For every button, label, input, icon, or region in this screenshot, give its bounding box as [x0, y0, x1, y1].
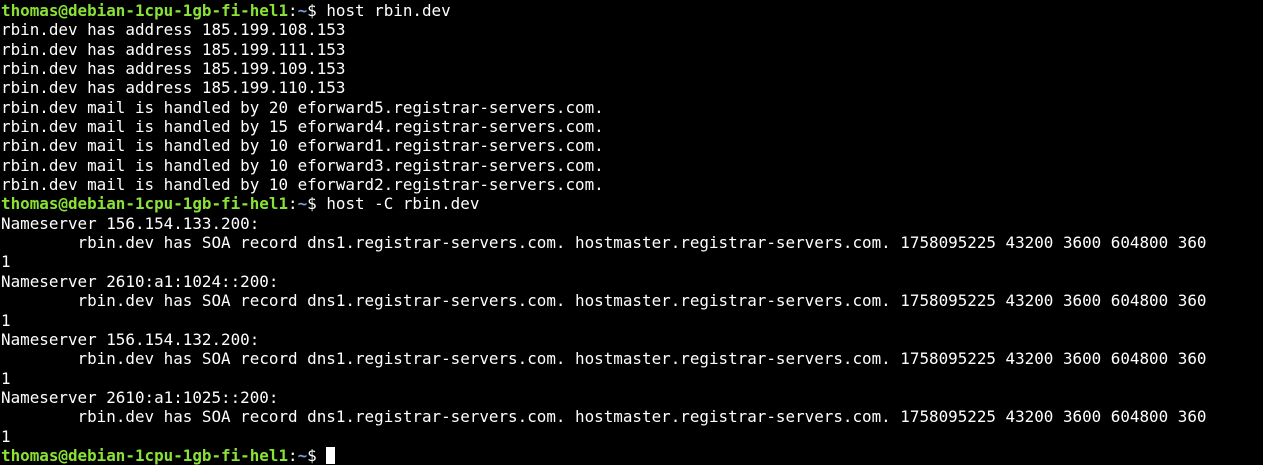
output-text: rbin.dev mail is handled by 15 eforward4…	[1, 117, 604, 137]
prompt-user-host: thomas@debian-1cpu-1gb-fi-hel1	[1, 1, 289, 20]
output-line: rbin.dev mail is handled by 10 eforward3…	[1, 156, 1263, 175]
output-text: Nameserver 156.154.133.200:	[1, 213, 260, 233]
text-cursor[interactable]	[326, 446, 336, 464]
output-text: rbin.dev has SOA record dns1.registrar-s…	[1, 233, 1207, 253]
prompt-symbol: $	[307, 194, 327, 214]
output-text: rbin.dev mail is handled by 20 eforward5…	[1, 97, 604, 117]
prompt-path: ~	[297, 1, 308, 20]
command-text: host -C rbin.dev	[326, 194, 480, 214]
output-line: rbin.dev has SOA record dns1.registrar-s…	[1, 233, 1263, 252]
output-text: rbin.dev mail is handled by 10 eforward2…	[1, 175, 604, 195]
output-line: 1	[1, 311, 1263, 330]
output-line: 1	[1, 369, 1263, 388]
output-line: Nameserver 2610:a1:1024::200:	[1, 272, 1263, 291]
output-text: rbin.dev mail is handled by 10 eforward3…	[1, 155, 604, 175]
prompt-symbol: $	[307, 1, 327, 20]
prompt-line: thomas@debian-1cpu-1gb-fi-hel1:~$	[1, 446, 1263, 465]
output-text: rbin.dev has address 185.199.109.153	[1, 59, 346, 79]
output-text: rbin.dev has SOA record dns1.registrar-s…	[1, 291, 1207, 311]
output-line: rbin.dev has address 185.199.109.153	[1, 59, 1263, 78]
output-line: Nameserver 156.154.132.200:	[1, 330, 1263, 349]
output-line: rbin.dev has SOA record dns1.registrar-s…	[1, 291, 1263, 310]
prompt-line: thomas@debian-1cpu-1gb-fi-hel1:~$ host r…	[1, 1, 1263, 20]
output-line: rbin.dev has SOA record dns1.registrar-s…	[1, 349, 1263, 368]
output-line: Nameserver 2610:a1:1025::200:	[1, 388, 1263, 407]
prompt-path: ~	[297, 445, 308, 465]
output-line: rbin.dev mail is handled by 10 eforward2…	[1, 175, 1263, 194]
output-line: rbin.dev mail is handled by 20 eforward5…	[1, 98, 1263, 117]
output-text: 1	[1, 426, 11, 446]
output-text: 1	[1, 368, 11, 388]
prompt-line: thomas@debian-1cpu-1gb-fi-hel1:~$ host -…	[1, 194, 1263, 213]
prompt-symbol: $	[307, 445, 327, 465]
output-line: rbin.dev mail is handled by 10 eforward1…	[1, 136, 1263, 155]
output-line: 1	[1, 427, 1263, 446]
output-line: rbin.dev has address 185.199.111.153	[1, 40, 1263, 59]
output-line: rbin.dev has address 185.199.108.153	[1, 20, 1263, 39]
output-line: rbin.dev has SOA record dns1.registrar-s…	[1, 407, 1263, 426]
prompt-separator: :	[288, 1, 298, 20]
output-text: rbin.dev has address 185.199.111.153	[1, 39, 346, 59]
output-text: rbin.dev mail is handled by 10 eforward1…	[1, 136, 604, 156]
output-line: rbin.dev has address 185.199.110.153	[1, 78, 1263, 97]
output-line: Nameserver 156.154.133.200:	[1, 214, 1263, 233]
output-text: 1	[1, 252, 11, 272]
prompt-path: ~	[297, 194, 308, 214]
output-text: Nameserver 2610:a1:1024::200:	[1, 271, 279, 291]
output-text: rbin.dev has SOA record dns1.registrar-s…	[1, 349, 1207, 369]
output-line: rbin.dev mail is handled by 15 eforward4…	[1, 117, 1263, 136]
output-text: rbin.dev has address 185.199.110.153	[1, 78, 346, 98]
output-text: Nameserver 2610:a1:1025::200:	[1, 387, 279, 407]
output-text: rbin.dev has SOA record dns1.registrar-s…	[1, 407, 1207, 427]
prompt-separator: :	[288, 445, 298, 465]
command-text: host rbin.dev	[326, 1, 451, 20]
output-text: rbin.dev has address 185.199.108.153	[1, 20, 346, 40]
prompt-separator: :	[288, 194, 298, 214]
output-line: 1	[1, 252, 1263, 271]
prompt-user-host: thomas@debian-1cpu-1gb-fi-hel1	[1, 194, 289, 214]
output-text: Nameserver 156.154.132.200:	[1, 329, 260, 349]
output-text: 1	[1, 310, 11, 330]
terminal-window[interactable]: thomas@debian-1cpu-1gb-fi-hel1:~$ host r…	[0, 0, 1263, 465]
prompt-user-host: thomas@debian-1cpu-1gb-fi-hel1	[1, 445, 289, 465]
